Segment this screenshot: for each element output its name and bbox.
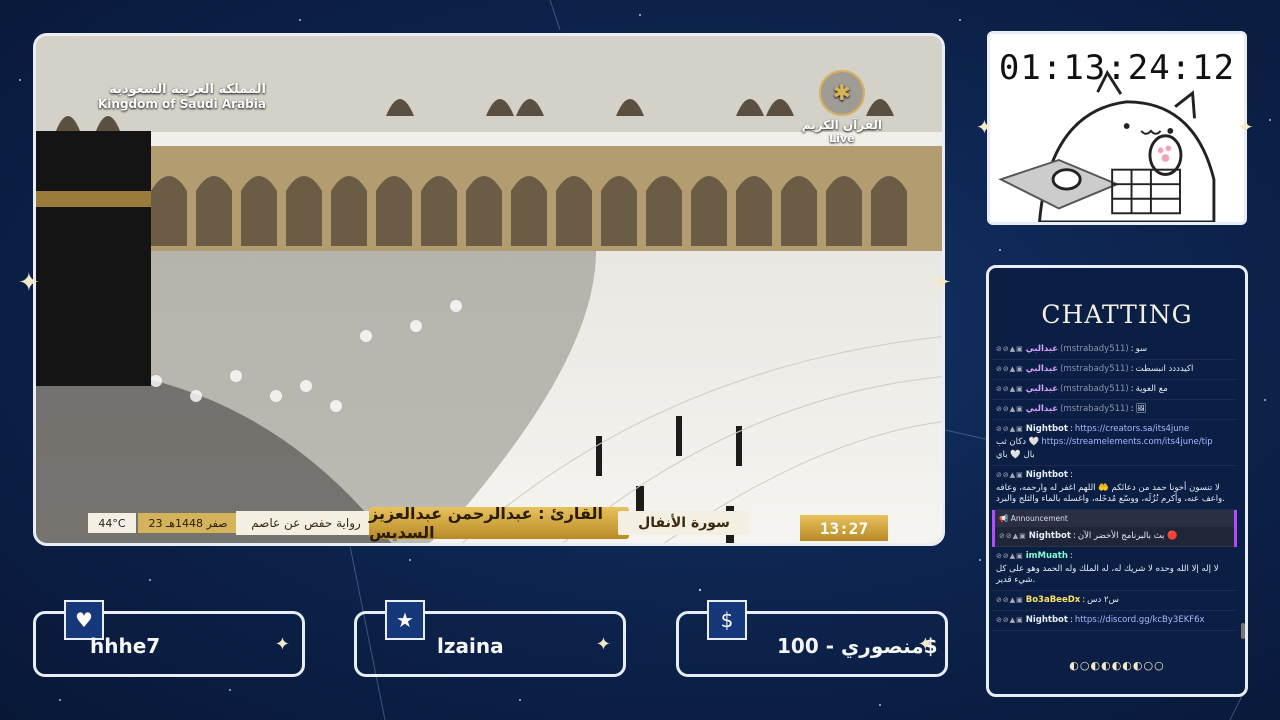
chat-messages[interactable]: ⊘⊘▲▣ عبدالبي (mstrabady511): سو ⊘⊘▲▣ عبد… [992, 340, 1237, 640]
announcement-message: 📢 Announcement ⊘⊘▲▣ Nightbot: بث بالبرنا… [992, 510, 1237, 547]
dollar-icon: $ [707, 600, 747, 640]
chat-handle: (mstrabady511) [1060, 404, 1129, 414]
chat-message: ⊘⊘▲▣ imMuath: لا إله إلا الله وحده لا شر… [992, 547, 1237, 591]
chat-text: دكان ثب 🤍 [996, 437, 1040, 447]
sparkle-icon: ✦ [930, 268, 952, 298]
reader-label: القارئ : عبدالرحمن عبدالعزيز السديس [369, 504, 629, 542]
live-label: Live [829, 132, 855, 145]
sparkle-icon: ✦ [976, 115, 993, 139]
chat-username[interactable]: Nightbot [1026, 424, 1068, 435]
palm-emblem-icon: ✱ [818, 70, 865, 116]
chat-link[interactable]: https://creators.sa/its4june [1075, 424, 1189, 435]
chat-message: ⊘⊘▲▣ عبدالبي (mstrabady511): اكيدددد انب… [992, 360, 1237, 380]
countdown-timer: 01:13:24:12 [987, 31, 1247, 225]
chat-title: CHATTING [1041, 300, 1193, 329]
chat-text: لا إله إلا الله وحده لا شريك له، له المل… [996, 564, 1219, 585]
chat-message: ⊘⊘▲▣ Nightbot: https://discord.gg/kcBy3E… [992, 611, 1237, 631]
subscriber-card: ★ lzaina ✦ [354, 600, 626, 677]
user-badges-icon: ⊘⊘▲▣ [996, 596, 1024, 604]
temperature: 44°C [88, 513, 136, 533]
surah-label: سورة الأنفال [618, 511, 750, 535]
chat-message: ⊘⊘▲▣ Nightbot: بث بالبرنامج الأخضر الآن … [995, 527, 1234, 547]
chat-text: اكيدددد انبسطت [1135, 364, 1194, 374]
chat-text: بال 🤍 باي [996, 450, 1035, 460]
follower-card: ♥ hhhe7 ✦ [33, 600, 305, 677]
chat-text: س٢ دس [1087, 595, 1119, 605]
sparkle-icon: ✦ [18, 268, 40, 298]
chat-message: ⊘⊘▲▣ Nightbot: لا تنسون أخونا حمد من دعا… [992, 466, 1237, 510]
sparkle-icon: ✦ [595, 634, 611, 655]
chat-username[interactable]: imMuath [1026, 551, 1068, 562]
chat-username[interactable]: عبدالبي [1026, 404, 1058, 415]
riwaya-label: رواية حفص عن عاصم [236, 511, 376, 535]
chat-scrollbar[interactable] [1241, 623, 1245, 639]
user-badges-icon: ⊘⊘▲▣ [996, 552, 1024, 560]
chat-link[interactable]: https://discord.gg/kcBy3EKF6x [1075, 615, 1205, 626]
timer-value: 01:13:24:12 [998, 48, 1236, 88]
megaphone-icon: 📢 [999, 514, 1011, 523]
logo-left-english: Kingdom of Saudi Arabia [98, 97, 266, 111]
user-badges-icon: ⊘⊘▲▣ [996, 365, 1024, 373]
chat-message: ⊘⊘▲▣ عبدالبي (mstrabady511): سو [992, 340, 1237, 360]
announcement-label: 📢 Announcement [995, 510, 1234, 527]
sparkle-icon: ✦ [917, 634, 933, 655]
donation-card: $ منصوري - 100$ ✦ [676, 600, 948, 677]
chat-message: ⊘⊘▲▣ Bo3aBeeDx: س٢ دس [992, 591, 1237, 611]
chat-message: ⊘⊘▲▣ عبدالبي (mstrabady511): 🖼 [992, 400, 1237, 420]
hijri-date: 23 صفر 1448هـ [138, 513, 238, 533]
follower-name: hhhe7 [90, 634, 161, 658]
chat-handle: (mstrabady511) [1060, 364, 1129, 374]
chat-link[interactable]: https://streamelements.com/its4june/tip [1041, 437, 1212, 448]
chat-username[interactable]: Nightbot [1026, 470, 1068, 481]
chat-message: ⊘⊘▲▣ Nightbot: https://creators.sa/its4j… [992, 420, 1237, 466]
logo-left-arabic: المملكة العربية السعودية [109, 82, 266, 97]
subscriber-name: lzaina [437, 634, 504, 658]
chat-handle: (mstrabady511) [1060, 384, 1129, 394]
user-badges-icon: ⊘⊘▲▣ [996, 385, 1024, 393]
user-badges-icon: ⊘⊘▲▣ [996, 345, 1024, 353]
chat-message: ⊘⊘▲▣ عبدالبي (mstrabady511): مع العوية [992, 380, 1237, 400]
chat-panel: CHATTING ⊘⊘▲▣ عبدالبي (mstrabady511): سو… [986, 265, 1248, 697]
sparkle-icon: ✦ [274, 634, 290, 655]
local-time: 13:27 [800, 515, 888, 541]
chat-username[interactable]: Bo3aBeeDx [1026, 595, 1081, 606]
chat-username[interactable]: عبدالبي [1026, 384, 1058, 395]
chat-text: مع العوية [1135, 384, 1168, 394]
chat-username[interactable]: عبدالبي [1026, 344, 1058, 355]
donor-name: منصوري - 100$ [777, 634, 938, 658]
quran-channel-logo: ✱ القرآن الكريم Live [802, 70, 882, 145]
channel-name: القرآن الكريم [801, 118, 882, 132]
chat-username[interactable]: Nightbot [1026, 615, 1068, 626]
chat-emote-icon: 🖼 [1135, 404, 1147, 414]
user-badges-icon: ⊘⊘▲▣ [999, 532, 1027, 540]
chat-username[interactable]: Nightbot [1029, 531, 1071, 542]
chat-handle: (mstrabady511) [1060, 344, 1129, 354]
chat-text: لا تنسون أخونا حمد من دعائكم 🤲 اللهم اغف… [996, 483, 1225, 504]
video-player[interactable]: المملكة العربية السعودية Kingdom of Saud… [33, 33, 945, 546]
sparkle-icon: ✦ [1237, 115, 1254, 139]
user-badges-icon: ⊘⊘▲▣ [996, 425, 1024, 433]
lower-third: 44°C 23 صفر 1448هـ رواية حفص عن عاصم الق… [36, 504, 942, 543]
chat-username[interactable]: عبدالبي [1026, 364, 1058, 375]
user-badges-icon: ⊘⊘▲▣ [996, 471, 1024, 479]
saudi-logo: المملكة العربية السعودية Kingdom of Saud… [98, 82, 266, 111]
user-badges-icon: ⊘⊘▲▣ [996, 616, 1024, 624]
user-badges-icon: ⊘⊘▲▣ [996, 405, 1024, 413]
star-icon: ★ [385, 600, 425, 640]
chat-text: سو [1135, 344, 1148, 354]
moon-phases-decoration: ◐○◐◐◐◐◐○○ [1069, 659, 1165, 672]
chat-text: بث بالبرنامج الأخضر الآن 🔴 [1077, 531, 1178, 541]
